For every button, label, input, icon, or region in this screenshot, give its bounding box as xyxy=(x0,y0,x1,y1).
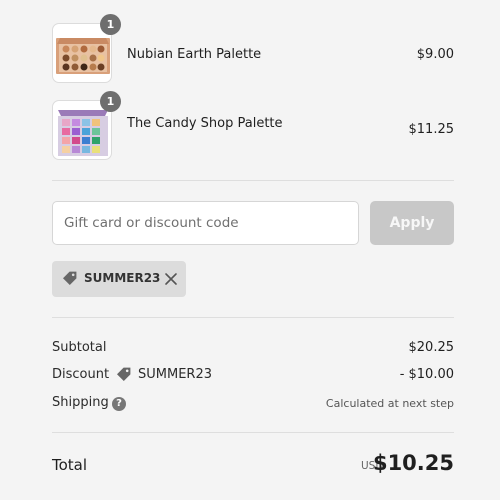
shipping-value: Calculated at next step xyxy=(325,397,454,410)
divider xyxy=(52,180,454,181)
quantity-badge: 1 xyxy=(100,91,121,112)
total-label: Total xyxy=(52,456,88,474)
question-icon[interactable]: ? xyxy=(112,397,126,411)
divider xyxy=(52,317,454,318)
item-price: $9.00 xyxy=(416,47,454,62)
shipping-label: Shipping xyxy=(52,395,109,410)
item-price: $11.25 xyxy=(408,122,455,137)
discount-label: Discount xyxy=(52,367,110,382)
subtotal-label: Subtotal xyxy=(52,340,107,355)
item-name: The Candy Shop Palette xyxy=(127,116,283,131)
applied-discount-chip: SUMMER23 xyxy=(52,261,186,297)
divider xyxy=(52,432,454,433)
discount-code-input[interactable] xyxy=(52,201,359,245)
product-thumbnail: 1 xyxy=(52,91,121,160)
subtotal-value: $20.25 xyxy=(408,340,455,355)
tag-icon xyxy=(117,367,131,381)
product-thumbnail: 1 xyxy=(52,14,121,83)
discount-code-label: SUMMER23 xyxy=(84,271,161,285)
quantity-badge: 1 xyxy=(100,14,121,35)
line-item: 1 The Candy Shop Palette $11.25 xyxy=(52,91,455,164)
apply-button[interactable]: Apply xyxy=(370,201,454,245)
line-item: 1 Nubian Earth Palette $9.00 xyxy=(52,14,454,87)
close-icon[interactable] xyxy=(163,271,179,287)
total-amount: $10.25 xyxy=(372,451,454,475)
item-name: Nubian Earth Palette xyxy=(127,47,262,62)
tag-icon xyxy=(63,271,77,285)
discount-value: - $10.00 xyxy=(399,367,454,382)
discount-code-summary: SUMMER23 xyxy=(138,367,212,382)
